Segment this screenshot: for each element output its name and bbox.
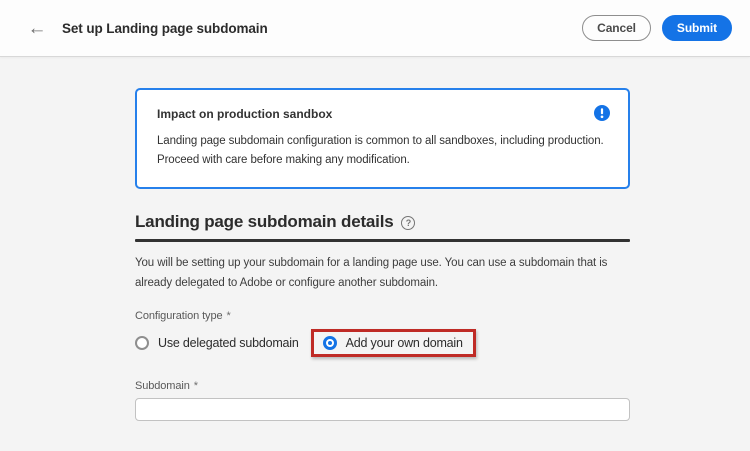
subdomain-label-text: Subdomain	[135, 380, 190, 392]
header-actions: Cancel Submit	[582, 15, 732, 41]
production-impact-alert: Impact on production sandbox Landing pag…	[135, 88, 630, 189]
required-asterisk: *	[194, 380, 198, 392]
help-icon[interactable]: ?	[401, 216, 415, 230]
subdomain-field: Subdomain *	[135, 380, 630, 421]
section-divider	[135, 239, 630, 242]
radio-option-use-delegated-subdomain[interactable]: Use delegated subdomain	[135, 336, 299, 350]
alert-body-text: Landing page subdomain configuration is …	[157, 132, 610, 170]
section-title: Landing page subdomain details	[135, 212, 393, 232]
page-title: Set up Landing page subdomain	[62, 21, 268, 36]
info-alert-icon	[594, 105, 610, 121]
configuration-type-radio-group: Use delegated subdomain Add your own dom…	[135, 329, 630, 357]
radio-option-label: Use delegated subdomain	[158, 336, 299, 350]
section-header: Landing page subdomain details ?	[135, 212, 630, 242]
section-description: You will be setting up your subdomain fo…	[135, 253, 630, 293]
subdomain-input[interactable]	[135, 398, 630, 421]
header: ← Set up Landing page subdomain Cancel S…	[0, 0, 750, 57]
alert-title: Impact on production sandbox	[157, 105, 332, 121]
radio-option-label: Add your own domain	[346, 336, 463, 350]
radio-selected-icon[interactable]	[323, 336, 337, 350]
alert-header: Impact on production sandbox	[157, 105, 610, 121]
radio-option-add-your-own-domain[interactable]: Add your own domain	[323, 336, 463, 350]
configuration-type-label: Configuration type *	[135, 310, 630, 322]
required-asterisk: *	[226, 310, 230, 322]
main-content: Impact on production sandbox Landing pag…	[135, 57, 630, 421]
radio-unselected-icon[interactable]	[135, 336, 149, 350]
back-arrow-icon[interactable]: ←	[24, 15, 50, 41]
configuration-type-label-text: Configuration type	[135, 310, 222, 322]
submit-button[interactable]: Submit	[662, 15, 732, 41]
cancel-button[interactable]: Cancel	[582, 15, 651, 41]
red-highlight-annotation: Add your own domain	[311, 329, 476, 357]
configuration-type-field: Configuration type * Use delegated subdom…	[135, 310, 630, 357]
setup-landing-page-subdomain-screen: ← Set up Landing page subdomain Cancel S…	[0, 0, 750, 451]
subdomain-label: Subdomain *	[135, 380, 630, 392]
